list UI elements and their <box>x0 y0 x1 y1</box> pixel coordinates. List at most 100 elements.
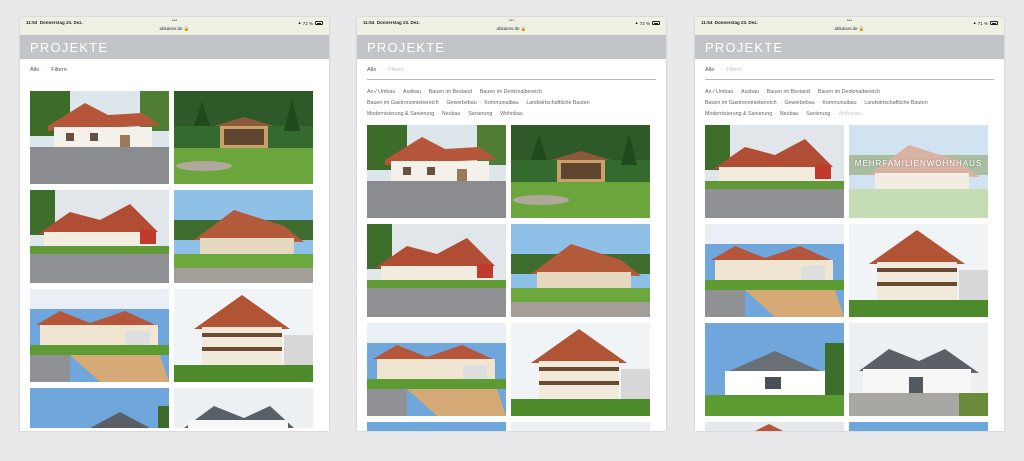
filter-all-link[interactable]: Alle <box>367 67 376 73</box>
category-an-umbau[interactable]: An-/ Umbau <box>367 89 395 95</box>
project-photo-house-4[interactable] <box>367 323 506 416</box>
project-photo-house-9[interactable] <box>849 422 988 431</box>
project-photo-pavilion-1[interactable] <box>174 91 313 184</box>
page-title: PROJEKTE <box>367 40 446 55</box>
category-gastronomiebereich[interactable]: Bauen im Gastronomiebereich <box>705 100 777 106</box>
wifi-icon: ▴ <box>298 20 301 25</box>
project-photo-house-5[interactable] <box>174 289 313 382</box>
address-bar[interactable]: abkaiser.de 🔒 <box>497 26 527 32</box>
project-photo-house-2[interactable] <box>30 190 169 283</box>
project-photo-house-7[interactable] <box>511 422 650 431</box>
more-dots-icon[interactable]: ••• <box>847 18 852 24</box>
tablet-screen-1: 11:53 Donnerstag 23. Dez. ••• abkaiser.d… <box>20 17 329 431</box>
category-neubau[interactable]: Neubau <box>442 111 461 117</box>
address-bar[interactable]: abkaiser.de 🔒 <box>835 26 865 32</box>
project-photo-house-5[interactable] <box>849 224 988 317</box>
wifi-icon: ▴ <box>973 20 976 25</box>
filter-toggle-link[interactable]: Filtern <box>726 67 742 73</box>
category-list: An-/ Umbau · Ausbau · Bauen im Bestand · Bauen… <box>367 89 590 117</box>
project-photo-house-2[interactable] <box>367 224 506 317</box>
page-title: PROJEKTE <box>30 40 109 55</box>
category-ausbau[interactable]: Ausbau <box>741 89 759 95</box>
url-text: abkaiser.de <box>496 26 520 31</box>
more-dots-icon[interactable]: ••• <box>172 18 177 24</box>
page-header: PROJEKTE <box>20 35 329 59</box>
tablet-screen-3: 11:54 Donnerstag 23. Dez. ••• abkaiser.d… <box>695 17 1004 431</box>
project-tile-mehrfamilienwohnhaus[interactable]: MEHRFAMILIENWOHNHAUS <box>849 125 988 218</box>
project-photo-pavilion-1[interactable] <box>511 125 650 218</box>
filter-separator: · <box>381 67 384 73</box>
project-photo-house-1[interactable] <box>367 125 506 218</box>
filter-divider <box>367 79 656 80</box>
address-bar[interactable]: abkaiser.de 🔒 <box>160 26 190 32</box>
status-date: Donnerstag 23. Dez. <box>39 20 83 25</box>
status-bar: 11:54 Donnerstag 23. Dez. ••• abkaiser.d… <box>357 17 666 35</box>
category-wohnbau[interactable]: Wohnbau <box>838 111 861 117</box>
lock-icon: 🔒 <box>183 26 190 31</box>
filter-separator: · <box>44 67 47 73</box>
battery-percent: 72 % <box>302 20 313 26</box>
battery-icon <box>990 21 998 25</box>
project-photo-house-8[interactable] <box>705 422 844 431</box>
filter-all-link[interactable]: Alle <box>30 67 39 73</box>
project-photo-house-4[interactable] <box>30 289 169 382</box>
category-bauen-im-bestand[interactable]: Bauen im Bestand <box>429 89 472 95</box>
project-photo-house-7[interactable] <box>174 388 313 428</box>
project-photo-house-1[interactable] <box>30 91 169 184</box>
category-bauen-im-bestand[interactable]: Bauen im Bestand <box>767 89 810 95</box>
filter-toggle-link[interactable]: Filtern <box>388 67 404 73</box>
project-photo-house-5[interactable] <box>511 323 650 416</box>
category-kommunalbau[interactable]: Kommunalbau <box>484 100 518 106</box>
filter-bar: Alle · Filtern <box>705 67 742 73</box>
project-photo-house-3 <box>849 125 988 218</box>
battery-icon <box>315 21 323 25</box>
url-text: abkaiser.de <box>159 26 183 31</box>
status-date: Donnerstag 23. Dez. <box>714 20 758 25</box>
status-time: 11:54 <box>363 20 375 25</box>
project-photo-house-2[interactable] <box>705 125 844 218</box>
lock-icon: 🔒 <box>858 26 865 31</box>
project-overlay-label: MEHRFAMILIENWOHNHAUS <box>854 159 983 168</box>
filter-toggle-link[interactable]: Filtern <box>51 67 67 73</box>
category-gastronomiebereich[interactable]: Bauen im Gastronomiebereich <box>367 100 439 106</box>
category-modernisierung-sanierung[interactable]: Modernisierung & Sanierung <box>367 111 434 117</box>
project-photo-house-6[interactable] <box>367 422 506 431</box>
category-sanierung[interactable]: Sanierung <box>468 111 492 117</box>
status-bar: 11:54 Donnerstag 23. Dez. ••• abkaiser.d… <box>695 17 1004 35</box>
project-photo-house-3[interactable] <box>511 224 650 317</box>
category-ausbau[interactable]: Ausbau <box>403 89 421 95</box>
battery-icon <box>652 21 660 25</box>
category-landwirtschaftliche-bauten[interactable]: Landwirtschaftliche Bauten <box>864 100 927 106</box>
category-bauen-im-denkmalbereich[interactable]: Bauen im Denkmalbereich <box>818 89 880 95</box>
lock-icon: 🔒 <box>520 26 527 31</box>
project-photo-house-7[interactable] <box>849 323 988 416</box>
filter-all-link[interactable]: Alle <box>705 67 714 73</box>
category-gewerbebau[interactable]: Gewerbebau <box>784 100 814 106</box>
category-an-umbau[interactable]: An-/ Umbau <box>705 89 733 95</box>
more-dots-icon[interactable]: ••• <box>509 18 514 24</box>
status-time: 11:53 <box>26 20 38 25</box>
filter-divider <box>705 79 994 80</box>
category-wohnbau[interactable]: Wohnbau <box>500 111 523 117</box>
category-list: An-/ Umbau · Ausbau · Bauen im Bestand · Bauen… <box>705 89 928 117</box>
category-kommunalbau[interactable]: Kommunalbau <box>822 100 856 106</box>
tablet-screen-2: 11:54 Donnerstag 23. Dez. ••• abkaiser.d… <box>357 17 666 431</box>
project-photo-house-3[interactable] <box>174 190 313 283</box>
battery-percent: 71 % <box>977 20 988 26</box>
category-landwirtschaftliche-bauten[interactable]: Landwirtschaftliche Bauten <box>526 100 589 106</box>
page-title: PROJEKTE <box>705 40 784 55</box>
project-photo-house-6[interactable] <box>705 323 844 416</box>
category-gewerbebau[interactable]: Gewerbebau <box>446 100 476 106</box>
page-header: PROJEKTE <box>357 35 666 59</box>
filter-bar: Alle · Filtern <box>367 67 404 73</box>
project-photo-house-4[interactable] <box>705 224 844 317</box>
category-neubau[interactable]: Neubau <box>780 111 799 117</box>
category-sanierung[interactable]: Sanierung <box>806 111 830 117</box>
filter-separator: · <box>719 67 722 73</box>
project-photo-house-6[interactable] <box>30 388 169 428</box>
category-bauen-im-denkmalbereich[interactable]: Bauen im Denkmalbereich <box>480 89 542 95</box>
category-modernisierung-sanierung[interactable]: Modernisierung & Sanierung <box>705 111 772 117</box>
url-text: abkaiser.de <box>834 26 858 31</box>
wifi-icon: ▴ <box>635 20 638 25</box>
filter-bar: Alle · Filtern <box>30 67 67 73</box>
